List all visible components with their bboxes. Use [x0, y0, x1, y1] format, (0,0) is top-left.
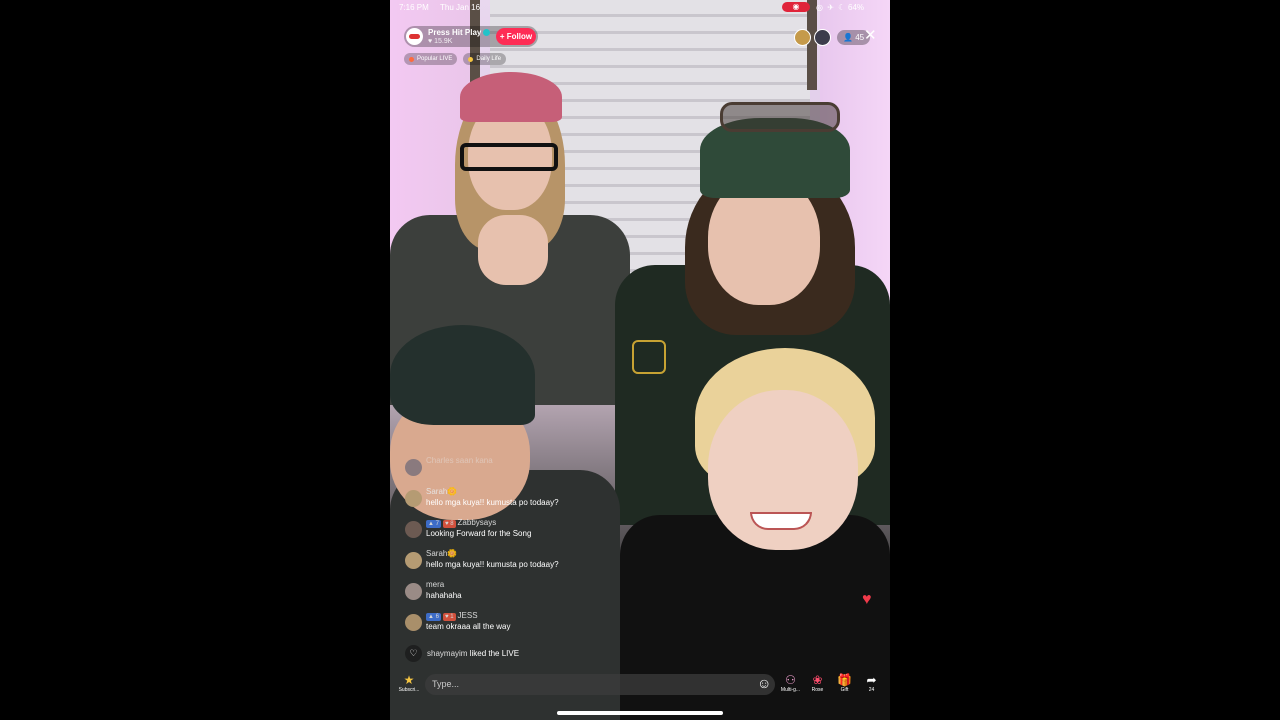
chat-message: Sarah🌼 hello mga kuya!! kumusta po todaa…	[405, 487, 665, 518]
chat-avatar[interactable]	[405, 521, 422, 538]
top-viewers[interactable]: 👤 45	[794, 29, 871, 46]
chat-avatar[interactable]	[405, 614, 422, 631]
tag-label: Daily Life	[476, 56, 502, 62]
subscribe-label: Subscri...	[398, 687, 420, 693]
viewer-count-value: 45	[855, 33, 865, 42]
chat-list[interactable]: Charles saan kana Sarah🌼 hello mga kuya!…	[405, 456, 665, 642]
level-badge: ▲ 6	[426, 613, 441, 621]
gift-button[interactable]: 🎁 Gift	[831, 673, 858, 693]
live-stream-view: 7:16 PM Thu Jan 16 ◉ ◎ ✈ ☾ 64% Press Hit…	[390, 0, 890, 720]
host-info[interactable]: Press Hit Play ♥ 15.9K + Follow	[404, 26, 538, 47]
tag-popular-live[interactable]: Popular LIVE	[404, 53, 458, 65]
heart-icon: ♥	[428, 38, 433, 45]
chat-message: Charles saan kana	[405, 456, 665, 487]
person-cap-1	[460, 72, 562, 122]
chat-user-row: ▲ 7 ♥ 8 Zabbysays	[426, 518, 496, 528]
person-glasses	[460, 143, 558, 171]
person-cap-3	[390, 325, 535, 425]
chat-avatar[interactable]	[405, 490, 422, 507]
host-likes: 15.9K	[434, 38, 453, 45]
shirt-crest	[632, 340, 666, 374]
plus-icon: +	[499, 32, 505, 41]
subscribe-button[interactable]: ★ Subscri...	[396, 673, 422, 693]
level-badge: ▲ 7	[426, 520, 441, 528]
chat-text: hello mga kuya!! kumusta po todaay?	[426, 498, 559, 507]
multi-guest-icon: ⚇	[785, 673, 796, 687]
share-button[interactable]: ➦ 24	[858, 673, 885, 693]
status-date: Thu Jan 16	[440, 3, 481, 12]
tag-label: Popular LIVE	[417, 56, 453, 62]
star-icon: ★	[403, 673, 415, 687]
chat-avatar[interactable]	[405, 552, 422, 569]
chat-user-row: ▲ 6 ♥ 1 JESS	[426, 611, 478, 621]
chat-message: Sarah🌼 hello mga kuya!! kumusta po todaa…	[405, 549, 665, 580]
person-sunglasses	[720, 102, 840, 132]
emoji-icon[interactable]: ☺	[757, 676, 771, 690]
share-count: 24	[868, 687, 875, 693]
chat-text: Looking Forward for the Song	[426, 529, 532, 538]
fan-badge: ♥ 8	[442, 520, 456, 528]
follow-button[interactable]: + Follow	[496, 28, 536, 45]
like-event: ♡ shaymayim liked the LIVE	[405, 645, 519, 662]
viewer-avatar[interactable]	[794, 29, 811, 46]
multi-guest-label: Multi-g...	[780, 687, 801, 693]
follow-label: Follow	[506, 32, 533, 41]
stream-tags: Popular LIVE Daily Life	[404, 53, 507, 65]
share-icon: ➦	[866, 673, 877, 687]
rose-label: Rose	[811, 687, 824, 693]
person-smile	[750, 512, 812, 530]
person-icon: 👤	[843, 33, 853, 42]
chat-username[interactable]: JESS	[458, 611, 478, 620]
chat-username[interactable]: Sarah🌼	[426, 549, 457, 558]
host-name: Press Hit Play	[428, 28, 482, 37]
comment-placeholder: Type...	[432, 679, 460, 689]
chat-username[interactable]: Sarah🌼	[426, 487, 457, 496]
chat-message: ▲ 7 ♥ 8 Zabbysays Looking Forward for the …	[405, 518, 665, 549]
like-event-user[interactable]: shaymayim	[427, 649, 467, 658]
chat-text: hahahaha	[426, 591, 462, 600]
fire-icon	[409, 56, 414, 62]
chat-message: mera hahahaha	[405, 580, 665, 611]
chat-text: hello mga kuya!! kumusta po todaay?	[426, 560, 559, 569]
heart-outline-icon: ♡	[405, 645, 422, 662]
chat-username[interactable]: Zabbysays	[458, 518, 497, 527]
chat-username[interactable]: mera	[426, 580, 444, 589]
home-indicator[interactable]	[557, 711, 723, 715]
verified-icon	[483, 29, 491, 36]
chat-avatar[interactable]	[405, 583, 422, 600]
tag-daily-life[interactable]: Daily Life	[463, 53, 507, 65]
chat-avatar[interactable]	[405, 459, 422, 476]
fan-badge: ♥ 1	[442, 613, 456, 621]
viewer-avatar[interactable]	[814, 29, 831, 46]
host-name-row: Press Hit Play	[428, 28, 491, 37]
comment-input[interactable]: Type...	[425, 674, 775, 695]
gift-label: Gift	[840, 687, 849, 693]
like-event-text: liked the LIVE	[469, 649, 520, 658]
system-icons: ◎ ✈ ☾	[816, 3, 847, 12]
sun-icon	[468, 56, 474, 62]
status-bar: 7:16 PM Thu Jan 16	[399, 3, 480, 12]
status-time: 7:16 PM	[399, 3, 429, 12]
close-icon[interactable]: ✕	[864, 28, 877, 43]
floating-heart-icon: ♥	[862, 591, 872, 608]
chat-message: ▲ 6 ♥ 1 JESS team okraaa all the way	[405, 611, 665, 642]
rose-button[interactable]: ❀ Rose	[804, 673, 831, 693]
chat-text: team okraaa all the way	[426, 622, 511, 631]
host-likes-row: ♥ 15.9K	[428, 38, 452, 45]
screen-record-indicator: ◉	[782, 2, 810, 12]
person-hands-1	[478, 215, 548, 285]
chat-username[interactable]: Charles saan kana	[426, 456, 493, 465]
bottom-actions: ⚇ Multi-g... ❀ Rose 🎁 Gift ➦ 24	[777, 673, 885, 693]
rose-icon: ❀	[812, 673, 823, 687]
gift-icon: 🎁	[837, 673, 852, 687]
host-avatar[interactable]	[406, 28, 423, 45]
battery-level: 64%	[848, 3, 865, 12]
multi-guest-button[interactable]: ⚇ Multi-g...	[777, 673, 804, 693]
